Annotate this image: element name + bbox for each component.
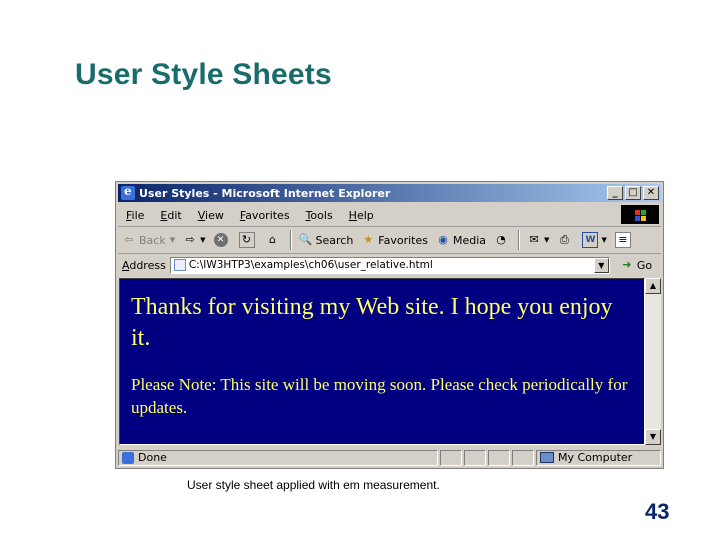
refresh-button[interactable]: ↻ bbox=[235, 232, 262, 248]
menu-tools[interactable]: Tools bbox=[298, 209, 341, 222]
go-arrow-icon: ➜ bbox=[622, 258, 632, 271]
ie-page-icon bbox=[122, 451, 134, 464]
back-arrow-icon: ⇦ bbox=[124, 233, 134, 246]
address-label: Address bbox=[122, 258, 166, 272]
minimize-button[interactable]: _ bbox=[607, 186, 623, 200]
chevron-down-icon: ▼ bbox=[200, 236, 206, 244]
title-bar[interactable]: User Styles - Microsoft Internet Explore… bbox=[118, 184, 661, 202]
history-icon: ◔ bbox=[496, 233, 506, 246]
media-icon: ◉ bbox=[438, 233, 448, 246]
maximize-button[interactable]: □ bbox=[625, 186, 641, 200]
page-number: 43 bbox=[645, 499, 670, 524]
ie-icon bbox=[121, 184, 135, 200]
go-button[interactable]: ➜ Go bbox=[620, 258, 652, 272]
status-panel-main: Done bbox=[118, 449, 438, 466]
menu-file[interactable]: File bbox=[118, 209, 152, 222]
notice-text: Please Note: This site will be moving so… bbox=[131, 375, 628, 417]
scroll-up-button[interactable]: ▲ bbox=[645, 278, 661, 294]
chevron-down-icon: ▼ bbox=[169, 236, 176, 244]
status-panel-empty bbox=[464, 449, 486, 466]
address-input[interactable]: C:\IW3HTP3\examples\ch06\user_relative.h… bbox=[169, 256, 610, 274]
toolbar-divider bbox=[289, 230, 292, 250]
refresh-icon: ↻ bbox=[238, 232, 255, 248]
page-content: Thanks for visiting my Web site. I hope … bbox=[119, 278, 645, 445]
status-panel-empty bbox=[488, 449, 510, 466]
scroll-down-button[interactable]: ▼ bbox=[645, 429, 661, 445]
vertical-scrollbar[interactable]: ▲ ▼ bbox=[645, 278, 661, 445]
printer-icon: ⎙ bbox=[560, 233, 569, 246]
zone-text: My Computer bbox=[558, 451, 633, 464]
stop-button[interactable]: ✕ bbox=[210, 233, 235, 247]
favorites-button[interactable]: ★ Favorites bbox=[357, 233, 432, 247]
windows-logo-icon bbox=[621, 205, 659, 224]
page-icon: ≡ bbox=[614, 232, 631, 248]
word-icon: W bbox=[582, 232, 599, 248]
menu-favorites[interactable]: Favorites bbox=[232, 209, 298, 222]
figure-caption: User style sheet applied with em measure… bbox=[187, 478, 440, 492]
discuss-button[interactable]: ≡ bbox=[611, 232, 638, 248]
favorites-label: Favorites bbox=[378, 233, 428, 247]
window-title: User Styles - Microsoft Internet Explore… bbox=[139, 186, 391, 200]
print-button[interactable]: ⎙ bbox=[553, 233, 578, 247]
forward-arrow-icon: ⇨ bbox=[185, 233, 195, 246]
chevron-down-icon: ▼ bbox=[544, 236, 550, 244]
status-panel-zone: My Computer bbox=[536, 449, 661, 466]
address-value: C:\IW3HTP3\examples\ch06\user_relative.h… bbox=[188, 259, 433, 271]
edit-button[interactable]: W ▼ bbox=[578, 232, 610, 248]
home-button[interactable]: ⌂ bbox=[262, 233, 287, 247]
status-panel-empty bbox=[512, 449, 534, 466]
search-label: Search bbox=[315, 233, 354, 247]
media-label: Media bbox=[453, 233, 487, 247]
address-bar: Address C:\IW3HTP3\examples\ch06\user_re… bbox=[118, 254, 661, 276]
history-button[interactable]: ◔ bbox=[490, 233, 515, 247]
search-button[interactable]: 🔍 Search bbox=[295, 233, 358, 247]
page-icon bbox=[173, 259, 186, 271]
status-bar: Done My Computer bbox=[118, 448, 661, 467]
go-label: Go bbox=[636, 258, 653, 272]
computer-icon bbox=[540, 452, 554, 463]
toolbar: ⇦ Back ▼ ⇨ ▼ ✕ ↻ ⌂ 🔍 Search ★ Favorites … bbox=[118, 227, 661, 254]
toolbar-divider bbox=[518, 230, 521, 250]
menu-bar: File Edit View Favorites Tools Help bbox=[118, 204, 661, 227]
media-button[interactable]: ◉ Media bbox=[432, 233, 490, 247]
menu-help[interactable]: Help bbox=[341, 209, 382, 222]
close-button[interactable]: ✕ bbox=[643, 186, 659, 200]
stop-icon: ✕ bbox=[213, 233, 228, 247]
status-panel-empty bbox=[440, 449, 462, 466]
back-label: Back bbox=[139, 233, 166, 247]
mail-icon: ✉ bbox=[529, 233, 539, 246]
search-icon: 🔍 bbox=[298, 233, 313, 246]
mail-button[interactable]: ✉ ▼ bbox=[523, 233, 553, 247]
star-icon: ★ bbox=[363, 233, 374, 246]
forward-button[interactable]: ⇨ ▼ bbox=[179, 233, 209, 247]
status-text: Done bbox=[138, 451, 167, 464]
slide-title: User Style Sheets bbox=[75, 58, 332, 91]
home-icon: ⌂ bbox=[269, 233, 276, 246]
menu-edit[interactable]: Edit bbox=[152, 209, 189, 222]
chevron-down-icon: ▼ bbox=[601, 236, 607, 244]
browser-window: User Styles - Microsoft Internet Explore… bbox=[115, 181, 664, 469]
menu-view[interactable]: View bbox=[190, 209, 232, 222]
back-button[interactable]: ⇦ Back ▼ bbox=[118, 233, 179, 247]
welcome-text: Thanks for visiting my Web site. I hope … bbox=[131, 294, 613, 351]
address-dropdown-button[interactable]: ▼ bbox=[593, 257, 609, 273]
